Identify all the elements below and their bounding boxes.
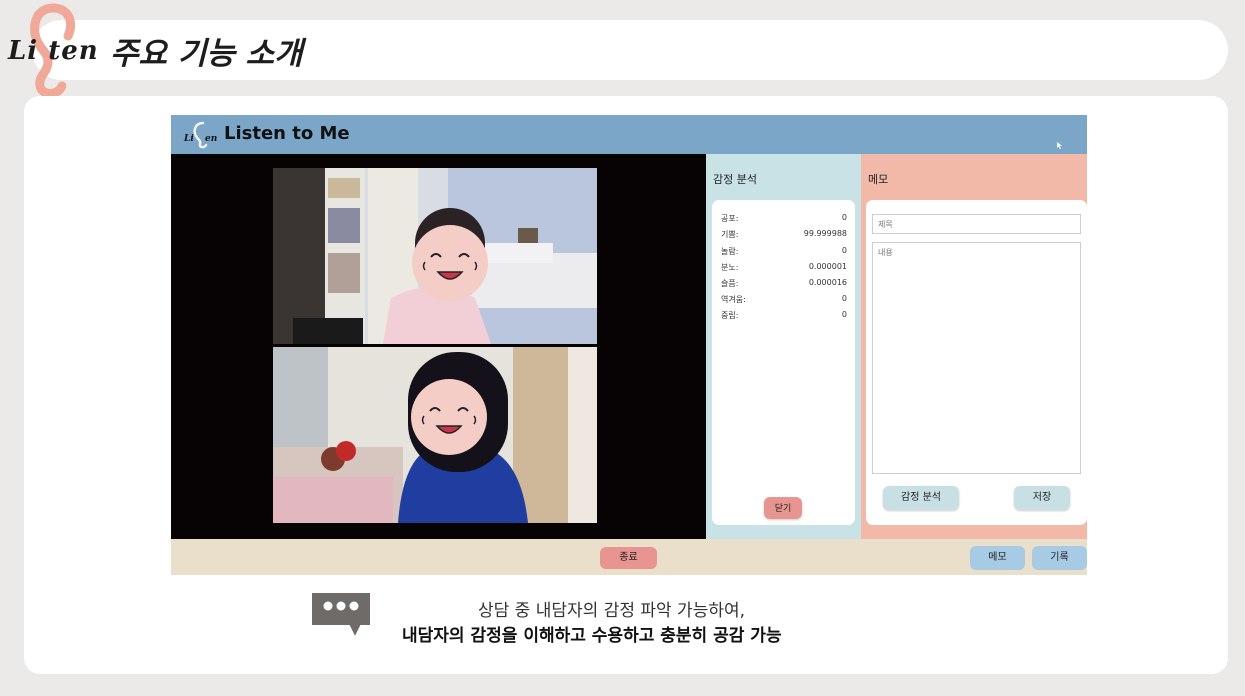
emotion-value: 0 (841, 310, 847, 319)
memo-panel: 메모 감정 분석 저장 (861, 154, 1087, 539)
memo-title-input[interactable] (872, 214, 1081, 234)
video-area (171, 154, 706, 539)
app-window: Li en Listen to Me 감정 분석 공포: 0 기쁨: 99.99… (171, 115, 1087, 575)
listen-logo: Li ten (6, 0, 116, 100)
video-feed-client (273, 347, 597, 523)
emotion-value: 0.000016 (808, 278, 847, 287)
emotion-label: 기쁨: (721, 230, 739, 239)
emotion-value: 99.999988 (803, 229, 847, 238)
caption-line-1: 상담 중 내담자의 감정 파악 가능하여, (478, 601, 746, 621)
video-feed-counselor (273, 168, 597, 344)
emotion-row-fear: 공포: 0 (721, 213, 847, 229)
save-button[interactable]: 저장 (1014, 486, 1070, 510)
emotion-value: 0 (841, 213, 847, 222)
emotion-label: 공포: (721, 214, 739, 223)
emotion-row-anger: 분노: 0.000001 (721, 262, 847, 278)
emotion-analysis-panel: 감정 분석 공포: 0 기쁨: 99.999988 놀람: 0 분노: 0.00… (706, 154, 861, 539)
app-title: Listen to Me (224, 123, 350, 144)
record-button[interactable]: 기록 (1032, 546, 1087, 570)
emotion-label: 역겨움: (721, 295, 746, 304)
app-logo-icon: Li en (183, 121, 217, 149)
emotion-row-neutral: 중립: 0 (721, 310, 847, 326)
emotion-value: 0 (841, 246, 847, 255)
logo-wordmark: Li ten (8, 36, 99, 66)
emotion-label: 놀람: (721, 247, 739, 256)
caption-line-2: 내담자의 감정을 이해하고 수용하고 충분히 공감 가능 (402, 626, 782, 646)
memo-content-textarea[interactable] (872, 242, 1081, 474)
mouse-cursor-icon (1057, 142, 1062, 149)
svg-text:en: en (205, 134, 217, 144)
emotion-value: 0.000001 (808, 262, 847, 271)
emotion-panel-title: 감정 분석 (713, 173, 757, 186)
speech-bubble-icon (310, 591, 372, 640)
memo-card: 감정 분석 저장 (866, 200, 1087, 525)
emotion-label: 슬픔: (721, 279, 739, 288)
emotion-value: 0 (841, 294, 847, 303)
app-bottom-bar: 종료 메모 기록 (171, 539, 1087, 575)
memo-button[interactable]: 메모 (970, 546, 1025, 570)
memo-panel-title: 메모 (868, 173, 889, 186)
svg-text:Li: Li (183, 134, 194, 144)
emotion-analyze-button[interactable]: 감정 분석 (883, 486, 959, 510)
emotion-row-disgust: 역겨움: 0 (721, 294, 847, 310)
emotion-row-sadness: 슬픔: 0.000016 (721, 278, 847, 294)
emotion-result-card: 공포: 0 기쁨: 99.999988 놀람: 0 분노: 0.000001 슬… (712, 200, 855, 525)
emotion-label: 중립: (721, 311, 739, 320)
end-session-button[interactable]: 종료 (600, 547, 657, 569)
emotion-row-joy: 기쁨: 99.999988 (721, 229, 847, 245)
slide-title: 주요 기능 소개 (110, 36, 303, 72)
app-titlebar: Li en Listen to Me (171, 115, 1087, 154)
emotion-label: 분노: (721, 263, 739, 272)
emotion-row-surprise: 놀람: 0 (721, 246, 847, 262)
close-button[interactable]: 닫기 (764, 497, 802, 519)
